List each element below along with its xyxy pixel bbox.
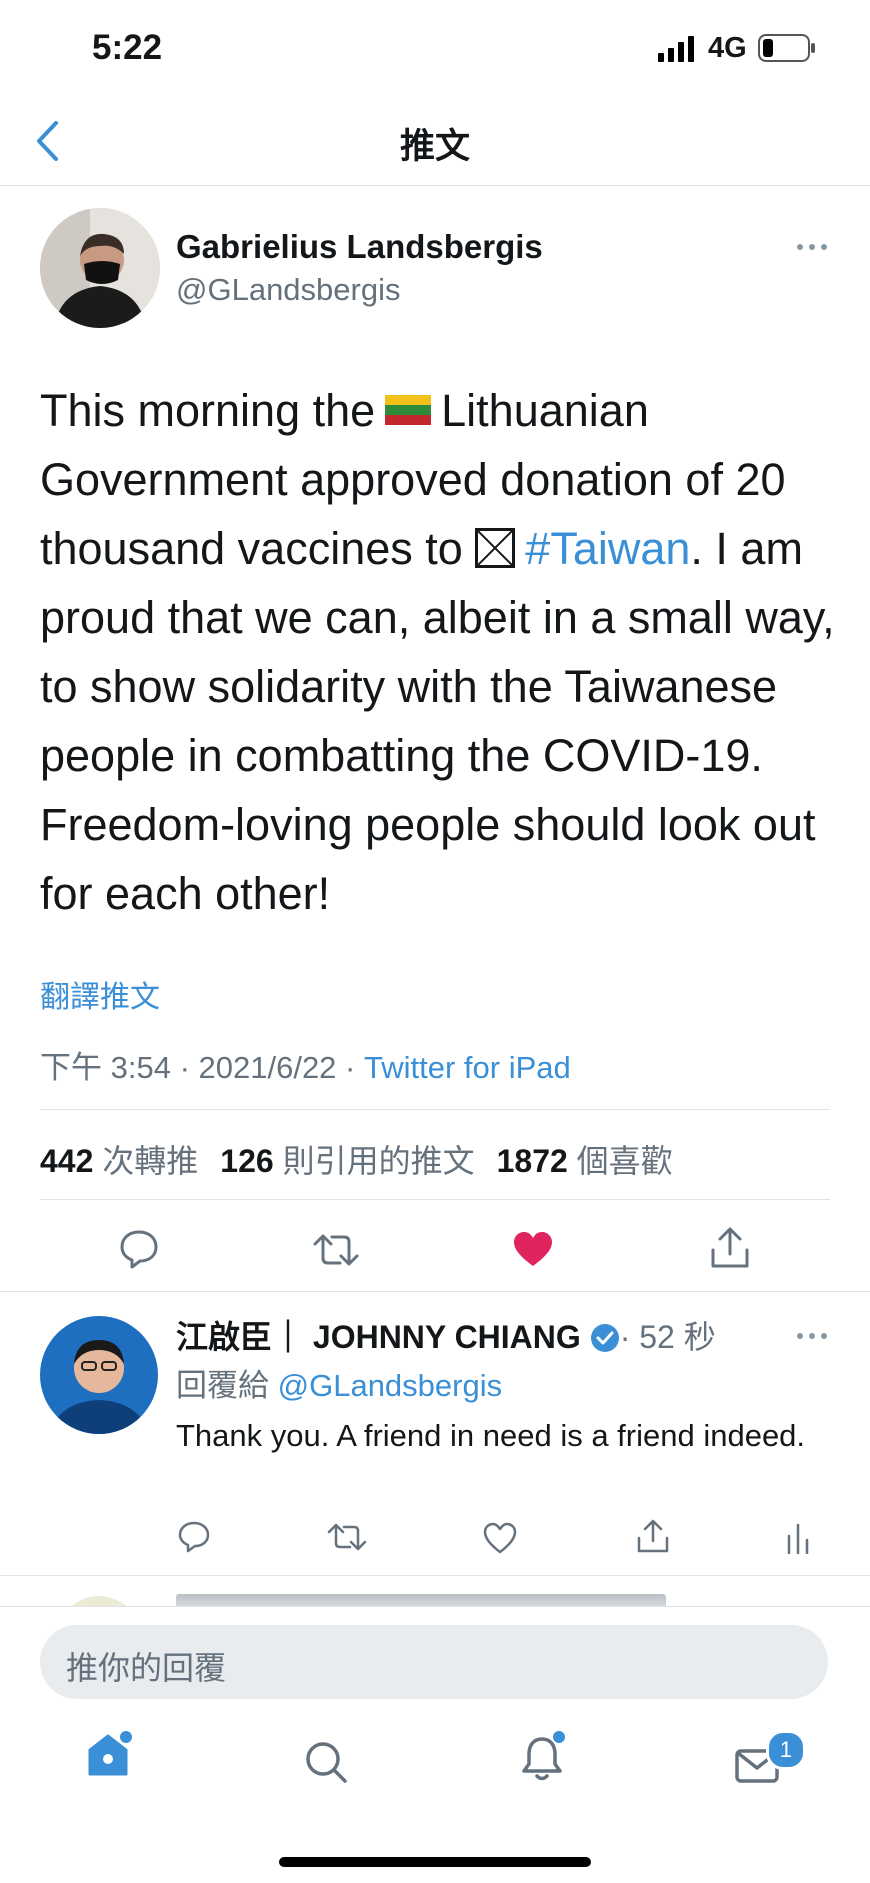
reply-author-avatar[interactable] bbox=[40, 1316, 158, 1434]
next-reply-peek bbox=[0, 1576, 870, 1606]
divider bbox=[0, 1606, 870, 1607]
retweet-icon[interactable] bbox=[313, 1230, 359, 1270]
tweet-source[interactable]: Twitter for iPad bbox=[364, 1050, 571, 1085]
reply-to-label: 回覆給 bbox=[176, 1368, 269, 1403]
like-label[interactable]: 個喜歡 bbox=[577, 1143, 673, 1179]
tweet-time: 下午 3:54 bbox=[40, 1050, 171, 1085]
reply-composer[interactable]: 推你的回覆 bbox=[40, 1625, 828, 1699]
reply-author-line: 江啟臣｜ JOHNNY CHIANG · 52 秒 bbox=[176, 1312, 716, 1358]
retweet-icon[interactable] bbox=[327, 1521, 367, 1553]
reply-input-placeholder[interactable]: 推你的回覆 bbox=[66, 1643, 226, 1689]
more-options-icon[interactable] bbox=[796, 242, 828, 252]
quote-label[interactable]: 則引用的推文 bbox=[283, 1143, 475, 1179]
author-name[interactable]: Gabrielius Landsbergis bbox=[176, 228, 543, 266]
next-reply-avatar bbox=[58, 1596, 140, 1606]
reply-icon[interactable] bbox=[177, 1520, 211, 1554]
reply-to-handle[interactable]: @GLandsbergis bbox=[278, 1368, 502, 1403]
divider bbox=[0, 1291, 870, 1292]
retweet-count[interactable]: 442 bbox=[40, 1143, 93, 1179]
like-icon-filled[interactable] bbox=[512, 1230, 554, 1268]
lithuania-flag-icon bbox=[385, 395, 432, 426]
tweet-stats: 442 次轉推 126 則引用的推文 1872 個喜歡 bbox=[40, 1136, 695, 1182]
author-avatar[interactable] bbox=[40, 208, 160, 328]
hashtag-link[interactable]: #Taiwan bbox=[525, 523, 690, 574]
network-type: 4G bbox=[708, 32, 747, 64]
share-icon[interactable] bbox=[636, 1518, 670, 1554]
reply-time: · 52 秒 bbox=[619, 1319, 716, 1355]
translate-tweet-link[interactable]: 翻譯推文 bbox=[40, 972, 160, 1016]
analytics-icon[interactable] bbox=[786, 1522, 810, 1554]
divider bbox=[40, 1199, 830, 1200]
bell-icon[interactable] bbox=[520, 1730, 568, 1784]
avatar-image bbox=[40, 1316, 158, 1434]
status-time: 5:22 bbox=[92, 28, 163, 67]
more-options-icon[interactable] bbox=[796, 1331, 828, 1341]
retweet-label[interactable]: 次轉推 bbox=[102, 1143, 198, 1179]
home-indicator bbox=[279, 1857, 591, 1867]
author-handle[interactable]: @GLandsbergis bbox=[176, 272, 400, 308]
reply-icon[interactable] bbox=[118, 1228, 160, 1270]
verified-badge-icon bbox=[590, 1324, 619, 1352]
tweet-meta: 下午 3:54 · 2021/6/22 · Twitter for iPad bbox=[40, 1050, 571, 1085]
reply-to-line: 回覆給 @GLandsbergis bbox=[176, 1360, 502, 1405]
signal-icon bbox=[658, 36, 694, 62]
tweet-text-part1: This morning the bbox=[40, 385, 376, 436]
quote-count[interactable]: 126 bbox=[220, 1143, 273, 1179]
like-count[interactable]: 1872 bbox=[497, 1143, 568, 1179]
missing-glyph-icon bbox=[475, 528, 516, 569]
home-icon[interactable] bbox=[86, 1730, 134, 1778]
divider bbox=[0, 185, 870, 186]
tweet-text: This morning the Lithuanian Government ap… bbox=[40, 376, 840, 928]
tweet-text-part3: . I am proud that we can, albeit in a sm… bbox=[40, 523, 835, 919]
reply-author-name[interactable]: 江啟臣｜ JOHNNY CHIANG bbox=[176, 1319, 581, 1355]
page-title: 推文 bbox=[399, 127, 470, 166]
search-icon[interactable] bbox=[304, 1740, 348, 1784]
like-icon[interactable] bbox=[482, 1522, 518, 1554]
battery-icon bbox=[758, 34, 815, 62]
avatar-image bbox=[40, 208, 160, 328]
reply-text: Thank you. A friend in need is a friend … bbox=[176, 1418, 806, 1453]
next-reply-header bbox=[176, 1594, 666, 1606]
divider bbox=[40, 1109, 830, 1110]
messages-badge: 1 bbox=[766, 1730, 806, 1770]
share-icon[interactable] bbox=[710, 1226, 750, 1270]
tweet-date: 2021/6/22 bbox=[198, 1050, 337, 1085]
